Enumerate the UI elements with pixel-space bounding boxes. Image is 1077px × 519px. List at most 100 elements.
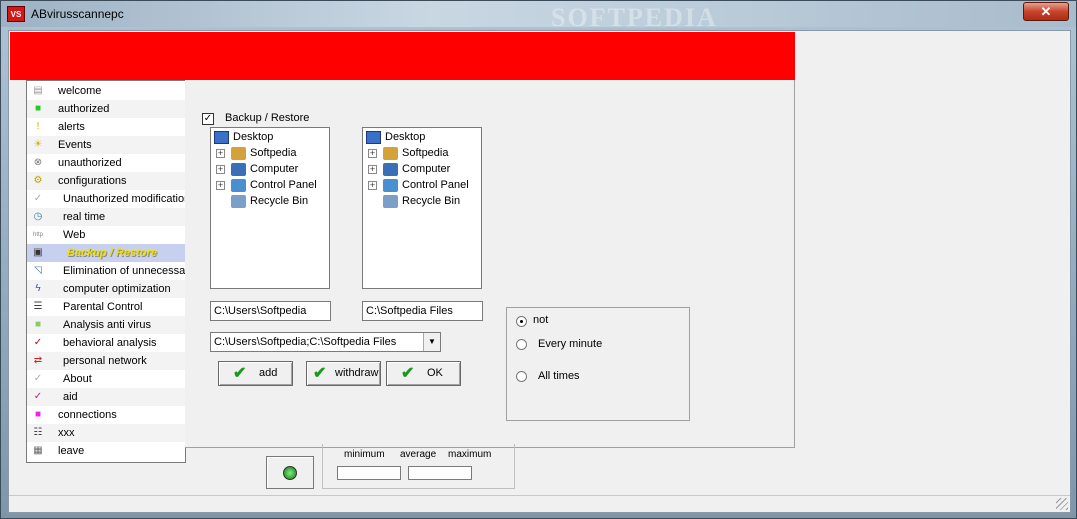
alert-icon: !: [36, 121, 40, 132]
computer-icon: [231, 162, 246, 176]
control-panel-icon: [231, 178, 246, 192]
average-field[interactable]: [408, 466, 472, 480]
sidebar-item[interactable]: ☀ Events: [27, 136, 185, 154]
sidebar-menu: ▤ welcome ■ authorized! alerts ☀ Events ⊗ unauth…: [26, 80, 186, 463]
expand-icon[interactable]: +: [368, 149, 377, 158]
minimum-field[interactable]: [337, 466, 401, 480]
minimum-label: minimum: [344, 449, 385, 460]
sidebar-item[interactable]: ✓ Unauthorized modifications: [27, 190, 185, 208]
lightning-icon: ϟ: [35, 283, 41, 294]
sidebar-item[interactable]: ✓ behavioral analysis: [27, 334, 185, 352]
destination-folder-tree[interactable]: Desktop + Softpedia + Computer + Control Panel…: [362, 127, 482, 289]
tree-root-desktop[interactable]: Desktop: [366, 129, 425, 145]
sidebar-item-label: welcome: [58, 85, 102, 97]
resize-grip[interactable]: [1056, 498, 1068, 510]
expand-icon[interactable]: +: [368, 165, 377, 174]
title-bar[interactable]: VS ABvirusscannepc SOFTPEDIA ✕: [1, 1, 1076, 32]
sidebar-item[interactable]: ◷ real time: [27, 208, 185, 226]
tree-node[interactable]: Softpedia: [383, 145, 448, 161]
sidebar-item[interactable]: ▣ Backup / Restore: [27, 244, 185, 262]
status-bar: [9, 495, 1070, 512]
sidebar-item[interactable]: ☰ Parental Control: [27, 298, 185, 316]
sidebar-item-label: leave: [58, 445, 85, 457]
schedule-radio-not[interactable]: [516, 316, 527, 327]
tree-root-label: Desktop: [385, 131, 426, 143]
sidebar-item[interactable]: http Web: [27, 226, 185, 244]
sidebar-item[interactable]: ■ authorized: [27, 100, 185, 118]
source-folder-tree[interactable]: Desktop + Softpedia + Computer + Control Panel…: [210, 127, 330, 289]
tree-root-desktop[interactable]: Desktop: [214, 129, 273, 145]
tree-node-label: Recycle Bin: [250, 195, 309, 207]
sidebar-item-label: Web: [63, 229, 86, 241]
tree-node[interactable]: Softpedia: [231, 145, 296, 161]
sidebar-item[interactable]: ▤ welcome: [27, 82, 185, 100]
sidebar-item[interactable]: ⚙ configurations: [27, 172, 185, 190]
schedule-radio-every-minute[interactable]: [516, 339, 527, 350]
tree-node-label: Computer: [402, 163, 451, 175]
paths-combo[interactable]: C:\Users\Softpedia;C:\Softpedia Files ▼: [210, 332, 441, 352]
header-banner: [10, 32, 795, 80]
sidebar-item[interactable]: ✓ About: [27, 370, 185, 388]
tree-node-label: Softpedia: [250, 147, 297, 159]
sidebar-item[interactable]: ⊗ unauthorized: [27, 154, 185, 172]
sidebar-item[interactable]: ϟ computer optimization: [27, 280, 185, 298]
sidebar-item-label: configurations: [58, 175, 127, 187]
destination-path-field[interactable]: C:\Softpedia Files: [362, 301, 483, 321]
sidebar-item[interactable]: ◹ Elimination of unnecessary files: [27, 262, 185, 280]
sidebar-item[interactable]: ▦ leave: [27, 442, 185, 460]
tree-node[interactable]: Computer: [383, 161, 450, 177]
maximum-label: maximum: [448, 449, 492, 460]
settings-icon: ⚙: [33, 175, 43, 186]
sidebar-item-label: connections: [58, 409, 117, 421]
checkmark-icon: ✓: [33, 193, 43, 204]
clock-icon: ◷: [33, 211, 43, 222]
control-panel-icon: [383, 178, 398, 192]
recycle-bin-icon: [231, 194, 246, 208]
sidebar-item[interactable]: ☷ xxx: [27, 424, 185, 442]
expand-icon[interactable]: +: [216, 149, 225, 158]
schedule-radio-all-times[interactable]: [516, 371, 527, 382]
add-button[interactable]: ✔ add: [218, 361, 293, 386]
start-button[interactable]: [266, 456, 314, 489]
desktop-icon: [366, 130, 381, 144]
watermark: SOFTPEDIA: [551, 3, 718, 32]
sidebar-item[interactable]: ! alerts: [27, 118, 185, 136]
schedule-label-all-times: All times: [538, 370, 580, 382]
chevron-down-icon[interactable]: ▼: [423, 333, 440, 351]
sidebar-item-label: Parental Control: [63, 301, 143, 313]
sidebar-item[interactable]: ■ Analysis anti virus: [27, 316, 185, 334]
magenta-square-icon: ■: [34, 409, 42, 420]
backup-restore-checkbox[interactable]: ✓: [202, 113, 214, 125]
sidebar-item[interactable]: ✓ aid: [27, 388, 185, 406]
tree-node[interactable]: Recycle Bin: [231, 193, 308, 209]
help-check-icon: ✓: [33, 391, 43, 402]
expand-icon[interactable]: +: [216, 165, 225, 174]
paths-combo-value: C:\Users\Softpedia;C:\Softpedia Files: [214, 336, 397, 348]
backup-restore-panel: ✓ Backup / Restore Desktop + Softpedia + Com…: [185, 80, 795, 448]
sidebar-item-label: personal network: [63, 355, 147, 367]
withdraw-button[interactable]: ✔ withdraw: [306, 361, 381, 386]
sidebar-item-label: About: [63, 373, 92, 385]
tree-node[interactable]: Control Panel: [231, 177, 317, 193]
sidebar-item-label: computer optimization: [63, 283, 171, 295]
sidebar-item-label: Elimination of unnecessary files: [63, 265, 185, 277]
sidebar-item[interactable]: ⇄ personal network: [27, 352, 185, 370]
recycle-bin-icon: [383, 194, 398, 208]
tree-node[interactable]: Recycle Bin: [383, 193, 460, 209]
sidebar-item[interactable]: ■ connections: [27, 406, 185, 424]
expand-icon[interactable]: +: [216, 181, 225, 190]
source-path-field[interactable]: C:\Users\Softpedia: [210, 301, 331, 321]
forbidden-icon: ⊗: [33, 157, 43, 168]
tree-node[interactable]: Computer: [231, 161, 298, 177]
check-icon: ✔: [233, 365, 247, 382]
sidebar-item-label: real time: [63, 211, 106, 223]
withdraw-button-label: withdraw: [335, 367, 379, 379]
exit-icon: ▦: [33, 445, 43, 456]
ok-button[interactable]: ✔ OK: [386, 361, 461, 386]
tree-node[interactable]: Control Panel: [383, 177, 469, 193]
expand-icon[interactable]: +: [368, 181, 377, 190]
close-button[interactable]: ✕: [1023, 2, 1069, 21]
app-window: VS ABvirusscannepc SOFTPEDIA ✕ ▤ welcome ■…: [0, 0, 1077, 519]
sidebar-item-label: Analysis anti virus: [63, 319, 152, 331]
http-icon: http: [32, 232, 43, 238]
